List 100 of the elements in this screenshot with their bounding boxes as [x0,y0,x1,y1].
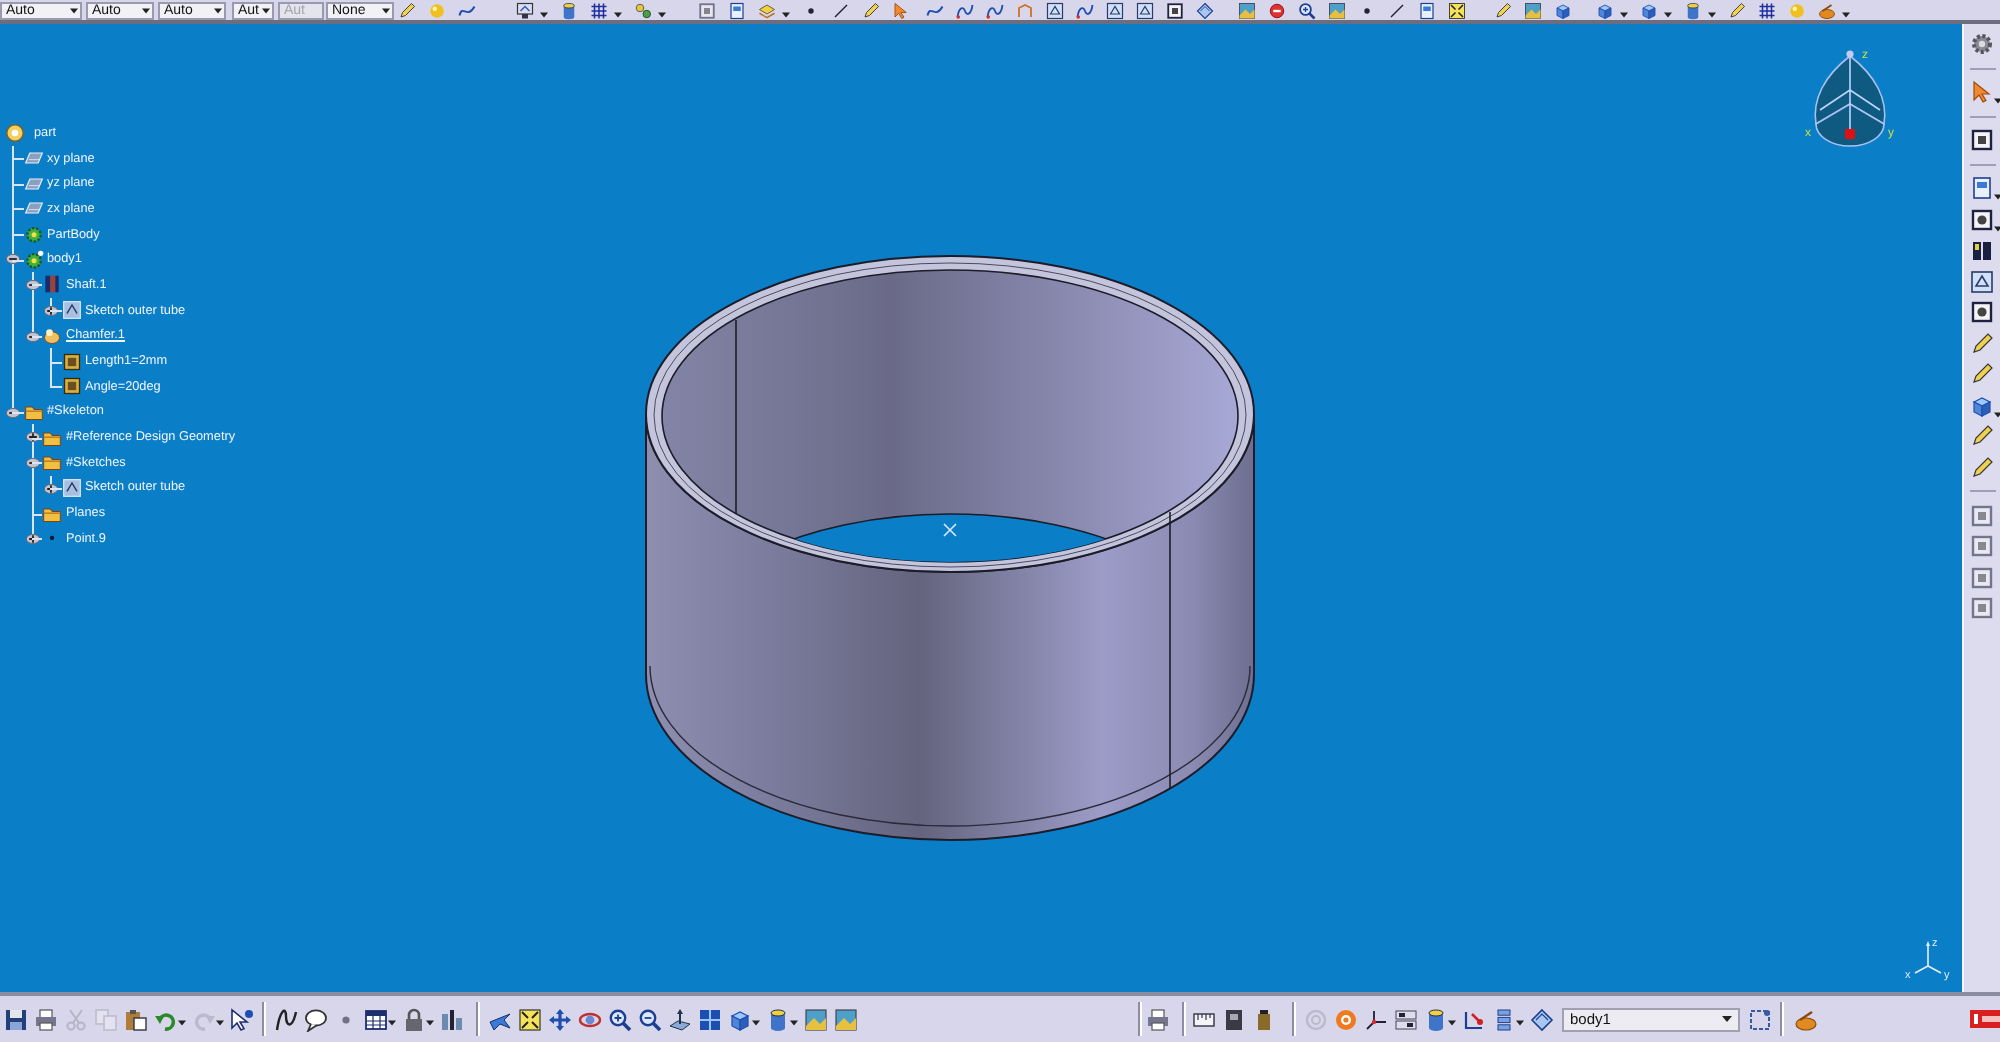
panels-icon[interactable] [1394,1007,1418,1031]
curve-icon[interactable] [926,1,944,19]
paper-plane-icon[interactable] [488,1007,512,1031]
pencil-icon[interactable] [862,1,880,19]
jar-icon[interactable] [1252,1007,1276,1031]
folder-icon[interactable] [42,503,62,524]
diamond-icon[interactable] [1530,1007,1554,1031]
caret-icon[interactable] [388,1019,396,1025]
tile-icon[interactable] [61,351,81,372]
caret-icon[interactable] [1994,98,2000,104]
caret-icon[interactable] [216,1019,224,1025]
pencil-icon[interactable] [1970,424,1994,448]
grid-icon[interactable] [590,1,608,19]
zoom-in-icon[interactable] [608,1007,632,1031]
caret-icon[interactable] [1994,225,2000,231]
cube-icon[interactable] [1640,1,1658,19]
caret-icon[interactable] [658,11,666,17]
image-icon[interactable] [1524,1,1542,19]
caret-icon[interactable] [782,11,790,17]
table-icon[interactable] [364,1007,388,1031]
caret-icon[interactable] [1722,1016,1732,1022]
image-icon[interactable] [1328,1,1346,19]
cog-icon[interactable] [23,224,43,245]
expand-icon[interactable] [25,532,39,546]
cog-icon[interactable] [23,249,43,270]
stop-icon[interactable] [1268,1,1286,19]
graph-icon[interactable] [1462,1007,1486,1031]
caret-icon[interactable] [1842,11,1850,17]
caret-icon[interactable] [262,7,270,13]
page-icon[interactable] [1418,1,1436,19]
pencil-icon[interactable] [398,1,416,19]
cursor-icon[interactable] [1970,80,1994,104]
pencil-icon[interactable] [1970,362,1994,386]
triangle-icon[interactable] [1046,1,1064,19]
image-icon[interactable] [804,1007,828,1031]
caret-icon[interactable] [178,1019,186,1025]
tile-icon[interactable] [61,376,81,397]
folder-icon[interactable] [23,401,43,422]
square-icon[interactable] [1166,1,1184,19]
dot-square-icon[interactable] [1970,300,1994,324]
pencil-icon[interactable] [1970,331,1994,355]
pointer-icon[interactable] [230,1007,254,1031]
page-icon[interactable] [1970,176,1994,200]
cursor-icon[interactable] [892,1,910,19]
line-icon[interactable] [1388,1,1406,19]
line-icon[interactable] [832,1,850,19]
image-icon[interactable] [834,1007,858,1031]
caret-icon[interactable] [426,1019,434,1025]
zoom-out-icon[interactable] [638,1007,662,1031]
caret-icon[interactable] [1994,194,2000,200]
pan-icon[interactable] [548,1007,572,1031]
caret-icon[interactable] [790,1019,798,1025]
device-icon[interactable] [1222,1007,1246,1031]
caret-icon[interactable] [214,7,222,13]
paste-icon[interactable] [124,1007,148,1031]
grid-icon[interactable] [1758,1,1776,19]
folder-icon[interactable] [42,427,62,448]
caret-icon[interactable] [142,7,150,13]
plane-icon[interactable] [23,148,43,169]
zoom-in-icon[interactable] [1298,1,1316,19]
bars-icon[interactable] [440,1007,464,1031]
image-icon[interactable] [1238,1,1256,19]
spline-icon[interactable] [986,1,1004,19]
curve-icon[interactable] [458,1,476,19]
layers-icon[interactable] [758,1,776,19]
cylinder-icon[interactable] [560,1,578,19]
caret-icon[interactable] [1516,1019,1524,1025]
ruler-icon[interactable] [1192,1007,1216,1031]
collapse-icon[interactable] [6,252,20,267]
gear-icon[interactable] [1970,32,1994,56]
cube-icon[interactable] [1596,1,1614,19]
collapse-icon[interactable] [25,278,39,293]
lock-icon[interactable] [402,1007,426,1031]
page-icon[interactable] [728,1,746,19]
cube-icon[interactable] [1970,393,1994,417]
expand-icon[interactable] [44,303,58,318]
expand-icon[interactable] [25,430,39,445]
triangle-icon[interactable] [1136,1,1154,19]
square-icon[interactable] [1970,128,1994,152]
cylinder-icon[interactable] [1424,1007,1448,1031]
caret-icon[interactable] [382,7,390,13]
collapse-icon[interactable] [25,455,39,470]
caret-icon[interactable] [70,7,78,13]
blob-icon[interactable] [42,325,62,346]
spline-icon[interactable] [956,1,974,19]
printer-icon[interactable] [1146,1007,1170,1031]
list-icon[interactable] [1492,1007,1516,1031]
save-icon[interactable] [4,1007,28,1031]
axis-icon[interactable] [1364,1007,1388,1031]
pencil-icon[interactable] [1728,1,1746,19]
caret-icon[interactable] [1994,411,2000,417]
plane-icon[interactable] [23,173,43,194]
caret-icon[interactable] [1708,11,1716,17]
disc-icon[interactable] [4,121,26,144]
binoculars-icon[interactable] [1970,238,1994,262]
plane-icon[interactable] [23,198,43,219]
pencil-icon[interactable] [1970,455,1994,479]
four-pane-icon[interactable] [698,1007,722,1031]
speech-bubble-icon[interactable] [304,1007,328,1031]
cube-icon[interactable] [728,1007,752,1031]
